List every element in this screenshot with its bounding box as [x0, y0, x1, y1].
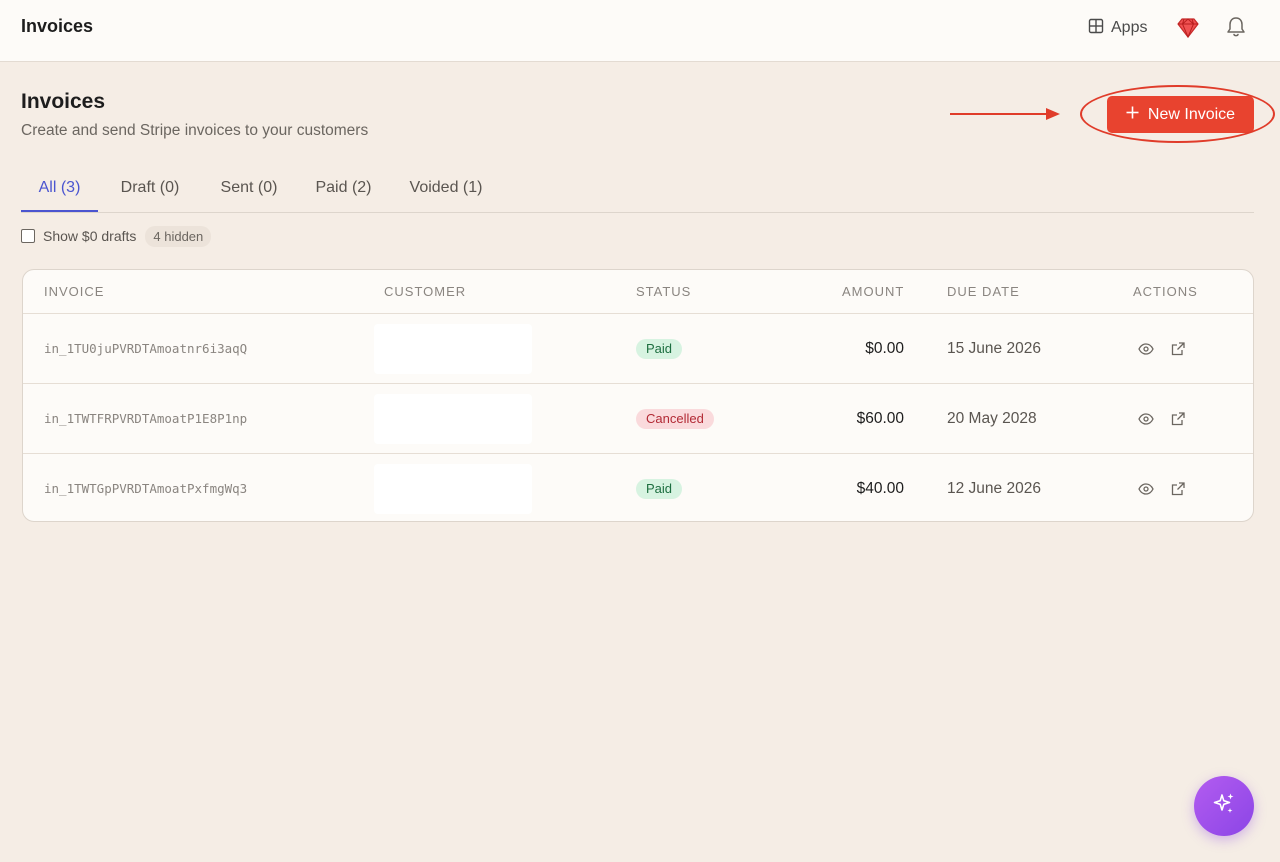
top-bar: Invoices Apps: [0, 0, 1280, 62]
external-link-icon[interactable]: [1169, 410, 1187, 428]
due-date: 20 May 2028: [947, 409, 1037, 427]
apps-button[interactable]: Apps: [1088, 17, 1147, 39]
new-invoice-label: New Invoice: [1147, 105, 1236, 123]
tab-all[interactable]: All (3): [21, 168, 98, 212]
due-date: 12 June 2026: [947, 479, 1041, 497]
due-date: 15 June 2026: [947, 339, 1041, 357]
apps-label: Apps: [1111, 19, 1148, 36]
header-status: STATUS: [636, 284, 692, 299]
amount: $40.00: [856, 479, 904, 497]
header-amount: AMOUNT: [842, 284, 905, 299]
status-badge: Paid: [636, 478, 683, 499]
tab-draft[interactable]: Draft (0): [110, 168, 190, 212]
page-title: Invoices: [21, 90, 106, 113]
eye-icon[interactable]: [1137, 480, 1155, 498]
tab-paid[interactable]: Paid (2): [306, 168, 381, 212]
customer-cell: [374, 323, 532, 374]
customer-cell: [374, 463, 532, 514]
page-subtitle: Create and send Stripe invoices to your …: [21, 122, 369, 139]
filter-row: Show $0 drafts 4 hidden: [21, 225, 212, 247]
table-row[interactable]: in_1TWTFRPVRDTAmoatP1E8P1np Cancelled $6…: [23, 383, 1253, 453]
invoice-id[interactable]: in_1TWTGpPVRDTAmoatPxfmgWq3: [44, 454, 247, 521]
eye-icon[interactable]: [1137, 410, 1155, 428]
amount: $60.00: [856, 409, 904, 427]
ai-assistant-button[interactable]: [1194, 776, 1254, 836]
tab-sent[interactable]: Sent (0): [209, 168, 289, 212]
new-invoice-button[interactable]: New Invoice: [1107, 96, 1254, 133]
header-actions: ACTIONS: [1133, 284, 1198, 299]
gem-icon[interactable]: [1176, 16, 1200, 40]
status-badge: Paid: [636, 338, 683, 359]
plus-icon: [1126, 106, 1139, 124]
invoices-table: INVOICE CUSTOMER STATUS AMOUNT DUE DATE …: [22, 269, 1254, 522]
hidden-count-badge: 4 hidden: [145, 225, 212, 247]
grid-icon: [1088, 18, 1104, 39]
header-customer: CUSTOMER: [384, 284, 467, 299]
external-link-icon[interactable]: [1169, 480, 1187, 498]
table-row[interactable]: in_1TWTGpPVRDTAmoatPxfmgWq3 Paid $40.00 …: [23, 453, 1253, 521]
sparkle-icon: [1211, 791, 1237, 822]
tab-voided[interactable]: Voided (1): [402, 168, 490, 212]
invoice-id[interactable]: in_1TWTFRPVRDTAmoatP1E8P1np: [44, 384, 247, 453]
header-due-date: DUE DATE: [947, 284, 1020, 299]
header-invoice: INVOICE: [44, 284, 105, 299]
show-zero-drafts-checkbox[interactable]: [21, 229, 35, 243]
app-title: Invoices: [21, 16, 94, 36]
invoice-id[interactable]: in_1TU0juPVRDTAmoatnr6i3aqQ: [44, 314, 247, 383]
customer-cell: [374, 393, 532, 444]
status-badge: Cancelled: [636, 408, 714, 429]
bell-icon[interactable]: [1224, 15, 1248, 39]
show-zero-drafts-label[interactable]: Show $0 drafts: [43, 228, 136, 244]
table-row[interactable]: in_1TU0juPVRDTAmoatnr6i3aqQ Paid $0.00 1…: [23, 313, 1253, 383]
status-tabs: All (3) Draft (0) Sent (0) Paid (2) Void…: [21, 168, 1254, 213]
annotation-arrow: [950, 108, 1060, 120]
amount: $0.00: [865, 339, 904, 357]
external-link-icon[interactable]: [1169, 340, 1187, 358]
eye-icon[interactable]: [1137, 340, 1155, 358]
